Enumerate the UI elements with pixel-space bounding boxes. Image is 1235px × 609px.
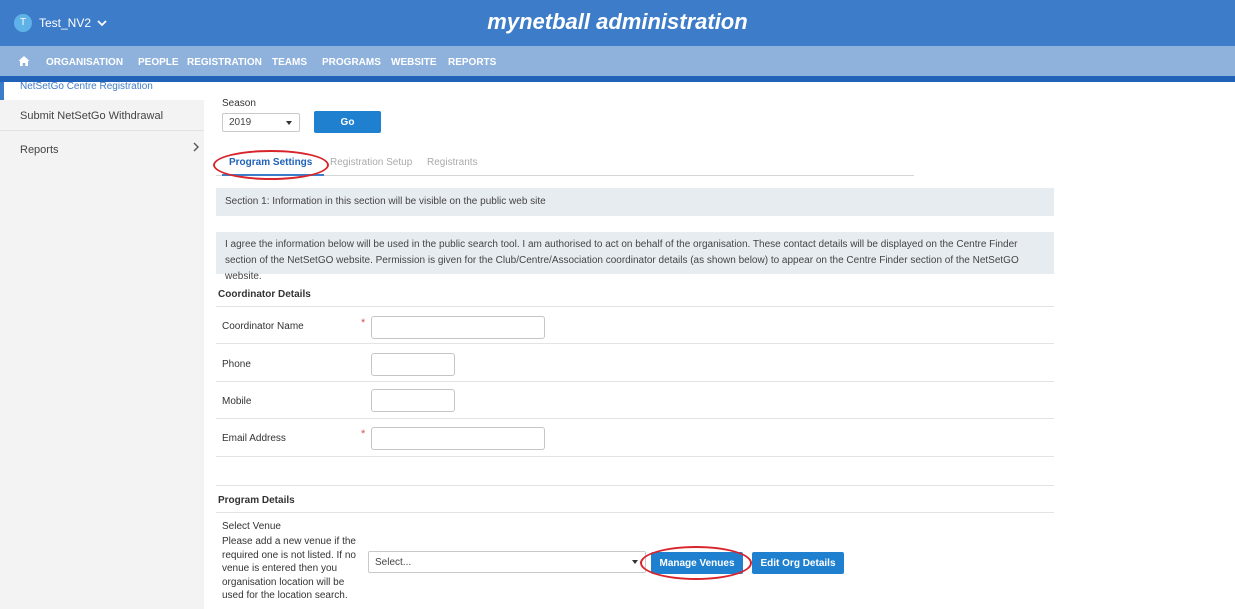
nav-registration[interactable]: REGISTRATION xyxy=(187,57,262,68)
phone-label: Phone xyxy=(222,359,251,370)
nav-organisation[interactable]: ORGANISATION xyxy=(46,57,123,68)
sidebar-item-reports[interactable]: Reports xyxy=(20,144,59,156)
sidebar-item-label[interactable]: NetSetGo Centre Registration xyxy=(20,81,153,92)
chevron-right-icon[interactable] xyxy=(192,142,200,152)
main-nav xyxy=(0,46,1235,78)
coordinator-name-input[interactable] xyxy=(371,316,545,339)
coordinator-name-label: Coordinator Name xyxy=(222,321,304,332)
mobile-label: Mobile xyxy=(222,396,252,407)
mobile-input[interactable] xyxy=(371,389,455,412)
annotation-circle-tab xyxy=(213,150,329,180)
nav-website[interactable]: WEBSITE xyxy=(391,57,437,68)
required-marker: * xyxy=(361,428,366,440)
sidebar xyxy=(0,82,204,609)
dropdown-caret-icon xyxy=(286,120,292,125)
home-icon[interactable] xyxy=(18,55,30,67)
email-label: Email Address xyxy=(222,433,286,444)
app-title: mynetball administration xyxy=(487,9,748,34)
annotation-circle-manage-venues xyxy=(640,546,752,580)
email-input[interactable] xyxy=(371,427,545,450)
sidebar-active-indicator xyxy=(0,82,4,100)
required-marker: * xyxy=(361,317,366,329)
row-divider xyxy=(216,456,1054,457)
season-select[interactable]: 2019 xyxy=(222,113,300,132)
nav-programs[interactable]: PROGRAMS xyxy=(322,57,381,68)
program-heading: Program Details xyxy=(218,495,295,506)
row-divider xyxy=(216,306,1054,307)
sidebar-item-withdrawal[interactable]: Submit NetSetGo Withdrawal xyxy=(20,110,163,122)
venue-select[interactable]: Select... xyxy=(368,551,646,573)
coordinator-heading: Coordinator Details xyxy=(218,289,311,300)
season-value: 2019 xyxy=(229,117,252,128)
row-divider xyxy=(216,485,1054,486)
dropdown-caret-icon xyxy=(632,560,638,564)
sidebar-divider xyxy=(0,130,204,131)
nav-teams[interactable]: TEAMS xyxy=(272,57,307,68)
nav-people[interactable]: PEOPLE xyxy=(138,57,179,68)
row-divider xyxy=(216,381,1054,382)
row-divider xyxy=(216,418,1054,419)
row-divider xyxy=(216,343,1054,344)
nav-reports[interactable]: REPORTS xyxy=(448,57,496,68)
edit-org-details-button[interactable]: Edit Org Details xyxy=(752,552,844,574)
phone-input[interactable] xyxy=(371,353,455,376)
venue-label: Select Venue xyxy=(222,521,281,532)
row-divider xyxy=(216,512,1054,513)
go-button[interactable]: Go xyxy=(314,111,381,133)
section-notice: Section 1: Information in this section w… xyxy=(216,188,1054,216)
tab-registration-setup[interactable]: Registration Setup xyxy=(330,157,412,168)
consent-text: I agree the information below will be us… xyxy=(216,232,1054,282)
tab-registrants[interactable]: Registrants xyxy=(427,157,478,168)
venue-placeholder: Select... xyxy=(375,556,412,568)
season-label: Season xyxy=(222,98,256,109)
venue-help-text: Please add a new venue if the required o… xyxy=(222,536,356,601)
